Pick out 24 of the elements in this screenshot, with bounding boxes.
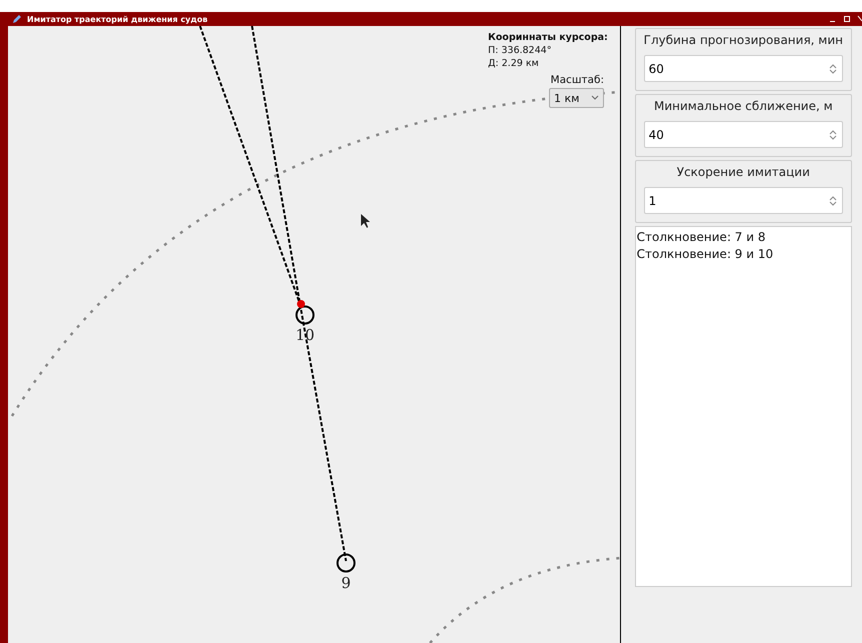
cursor-bearing: П: 336.8244° xyxy=(488,44,552,57)
scale-label: Масштаб: xyxy=(550,74,604,86)
group-title: Глубина прогнозирования, мин xyxy=(644,32,843,48)
spin-box[interactable]: 60 xyxy=(644,55,843,82)
chevron-down-icon xyxy=(591,95,599,101)
maximize-icon[interactable] xyxy=(843,15,851,23)
group-title: Ускорение имитации xyxy=(676,164,810,180)
spin-box[interactable]: 40 xyxy=(644,121,843,148)
log-entry: Столкновение: 9 и 10 xyxy=(636,246,774,263)
ship-number: 9 xyxy=(341,574,351,592)
scale-dropdown[interactable]: 1 км xyxy=(549,88,604,108)
radar-canvas[interactable]: 10 9 Коориннаты курсора: П: 336.8244° Д: 2.29 км Масштаб: 1 км xyxy=(8,26,621,643)
pointer-icon xyxy=(361,214,370,228)
log-entry: Столкновение: 7 и 8 xyxy=(636,229,766,246)
ship-marker[interactable] xyxy=(336,554,356,572)
pencil-icon xyxy=(12,14,22,24)
spin-box[interactable]: 1 xyxy=(644,187,843,214)
cursor-distance: Д: 2.29 км xyxy=(488,57,540,70)
group-title: Минимальное сближение, м xyxy=(654,98,833,114)
ship-marker[interactable] xyxy=(296,306,314,324)
close-icon[interactable] xyxy=(857,15,862,23)
cursor-heading: Коориннаты курсора: xyxy=(488,31,608,44)
ship-number: 10 xyxy=(295,326,315,344)
window-title: Имитатор траекторий движения судов xyxy=(27,14,209,24)
